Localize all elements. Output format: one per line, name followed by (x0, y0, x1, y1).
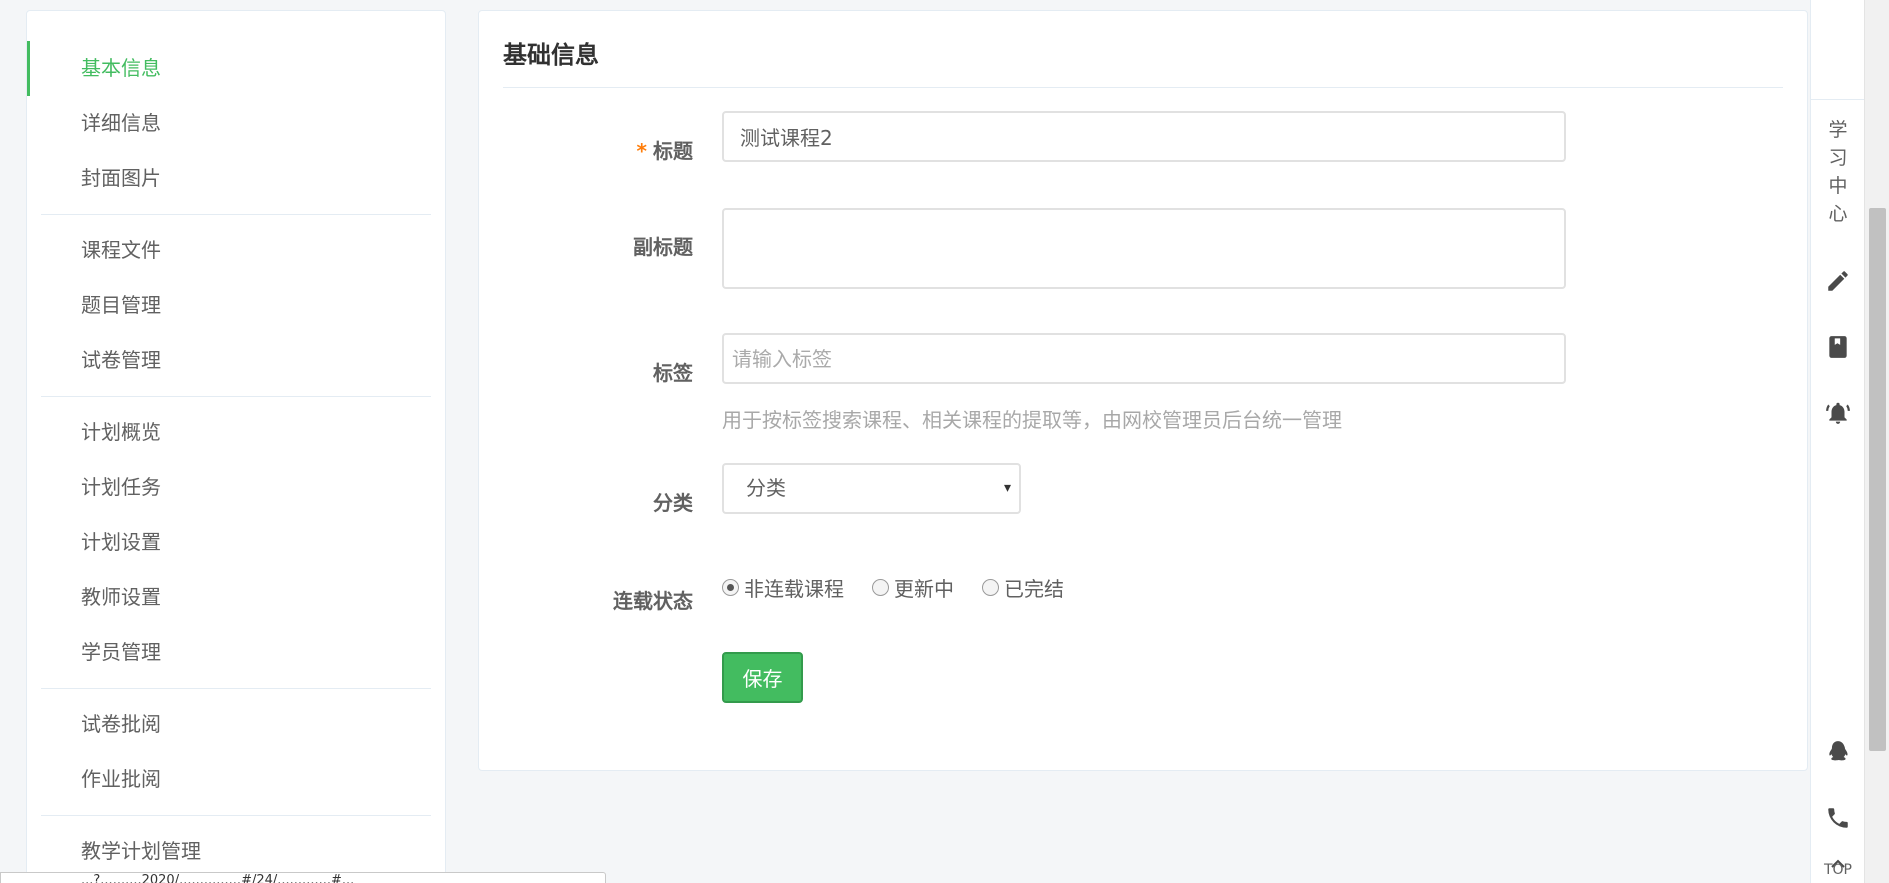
tags-help-text: 用于按标签搜索课程、相关课程的提取等，由网校管理员后台统一管理 (722, 408, 1342, 432)
sidebar-item-course-files[interactable]: 课程文件 (27, 223, 445, 278)
serialize-status-radio-group: 非连载课程 更新中 已完结 (722, 573, 1092, 602)
right-float-toolbar: 学 习 中 心 TOP (1810, 0, 1864, 883)
study-center-label: 学 习 中 心 (1828, 119, 1848, 225)
required-mark: * (636, 139, 647, 163)
basic-info-panel: 基础信息 *标题 副标题 标签 用于按标签搜索课程、相关课程的提取等，由网校管理… (478, 10, 1808, 771)
sidebar-item-teacher-settings[interactable]: 教师设置 (27, 570, 445, 625)
sidebar-item-plan-overview[interactable]: 计划概览 (27, 405, 445, 460)
subtitle-textarea[interactable] (722, 208, 1566, 289)
sidebar-item-homework-review[interactable]: 作业批阅 (27, 752, 445, 807)
category-selected-value: 分类 (746, 476, 786, 500)
pencil-icon[interactable] (1825, 268, 1851, 294)
page-scrollbar[interactable] (1864, 0, 1889, 883)
back-to-top-button[interactable]: TOP (1811, 862, 1865, 878)
bell-icon[interactable] (1825, 400, 1851, 426)
phone-icon[interactable] (1825, 805, 1851, 831)
book-icon[interactable] (1825, 334, 1851, 360)
radio-label: 更新中 (894, 577, 954, 601)
title-label-text: 标题 (653, 139, 693, 163)
sidebar-divider (41, 815, 431, 816)
course-manage-sidebar: 基本信息 详细信息 封面图片 课程文件 题目管理 试卷管理 计划概览 计划任务 … (26, 10, 446, 883)
sidebar-item-cover-image[interactable]: 封面图片 (27, 151, 445, 206)
radio-button[interactable] (982, 579, 999, 596)
radio-label: 已完结 (1004, 577, 1064, 601)
sidebar-item-question-manage[interactable]: 题目管理 (27, 278, 445, 333)
title-label: * 标题 (493, 135, 693, 164)
sidebar-item-plan-settings[interactable]: 计划设置 (27, 515, 445, 570)
sidebar-item-paper-manage[interactable]: 试卷管理 (27, 333, 445, 388)
study-center-link[interactable]: 学 习 中 心 (1811, 116, 1865, 228)
sidebar-group-basic: 基本信息 详细信息 封面图片 (27, 11, 445, 206)
sidebar-item-teaching-plan-manage[interactable]: 教学计划管理 (27, 824, 445, 879)
sidebar-item-paper-review[interactable]: 试卷批阅 (27, 697, 445, 752)
sidebar-group-content: 课程文件 题目管理 试卷管理 (27, 223, 445, 388)
sidebar-divider (41, 396, 431, 397)
sidebar-item-student-manage[interactable]: 学员管理 (27, 625, 445, 680)
subtitle-label: 副标题 (633, 235, 693, 259)
sidebar-divider (41, 688, 431, 689)
radio-non-serial[interactable]: 非连载课程 (722, 573, 844, 602)
sidebar-group-plan: 计划概览 计划任务 计划设置 教师设置 学员管理 (27, 405, 445, 680)
serialize-status-label: 连载状态 (613, 589, 693, 613)
save-button[interactable]: 保存 (722, 652, 803, 703)
chevron-down-icon: ▾ (1003, 480, 1011, 496)
radio-finished[interactable]: 已完结 (982, 573, 1064, 602)
tags-label: 标签 (653, 361, 693, 385)
scrollbar-thumb[interactable] (1869, 208, 1886, 751)
category-label: 分类 (653, 491, 693, 515)
toolbar-divider (1811, 99, 1864, 100)
qq-icon[interactable] (1825, 739, 1851, 765)
sidebar-item-plan-tasks[interactable]: 计划任务 (27, 460, 445, 515)
sidebar-item-basic-info[interactable]: 基本信息 (27, 41, 445, 96)
title-input[interactable] (722, 111, 1566, 162)
sidebar-group-review: 试卷批阅 作业批阅 (27, 697, 445, 807)
panel-title: 基础信息 (503, 41, 599, 69)
radio-label: 非连载课程 (744, 577, 844, 601)
radio-button-checked[interactable] (722, 579, 739, 596)
panel-divider (503, 87, 1783, 88)
sidebar-group-teaching: 教学计划管理 (27, 824, 445, 879)
radio-button[interactable] (872, 579, 889, 596)
sidebar-item-detail-info[interactable]: 详细信息 (27, 96, 445, 151)
radio-updating[interactable]: 更新中 (872, 573, 954, 602)
category-select[interactable]: 分类 ▾ (722, 463, 1021, 514)
tags-input[interactable] (722, 333, 1566, 384)
status-url-tooltip: ...?..........2020/...............#/24/.… (0, 872, 606, 883)
sidebar-divider (41, 214, 431, 215)
